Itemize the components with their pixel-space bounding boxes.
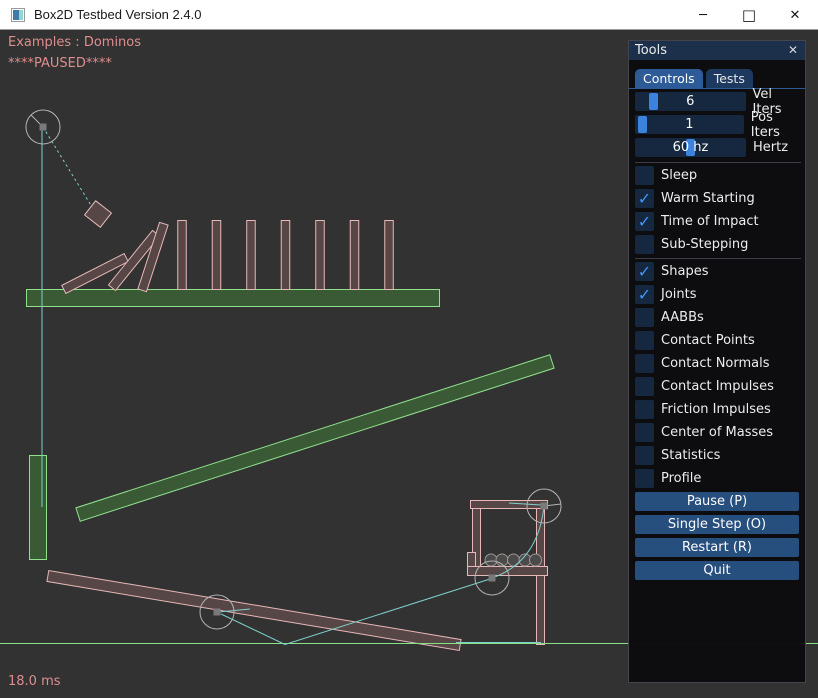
checkbox-row-sleep: Sleep — [635, 166, 759, 185]
checkbox-row-statistics: Statistics — [635, 446, 774, 465]
tools-panel-titlebar[interactable]: Tools ✕ — [629, 41, 805, 60]
checkbox-row-aabbs: AABBs — [635, 308, 774, 327]
checkbox-joints[interactable]: ✓ — [635, 285, 654, 304]
checkbox-label: Joints — [661, 287, 697, 302]
slider-value: 6 — [635, 92, 746, 111]
slider-row-pos-iters: 1Pos Iters — [635, 115, 805, 134]
checkbox-profile[interactable] — [635, 469, 654, 488]
checkbox-row-center-of-masses: Center of Masses — [635, 423, 774, 442]
checkbox-center-of-masses[interactable] — [635, 423, 654, 442]
checkbox-row-contact-points: Contact Points — [635, 331, 774, 350]
checkbox-group-draw: ✓ Shapes ✓ Joints AABBs Contact Points Contact… — [635, 262, 774, 488]
restart-r-button[interactable]: Restart (R) — [635, 538, 799, 557]
tab-bar: ControlsTests — [635, 69, 753, 88]
slider-label: Pos Iters — [751, 110, 805, 140]
frame-time-label: 18.0 ms — [8, 674, 61, 689]
platform — [27, 290, 440, 307]
pendulum-anchor-circle — [26, 110, 60, 144]
slider-row-hertz: 60 hz Hertz — [635, 138, 805, 157]
checkbox-row-sub-stepping: Sub-Stepping — [635, 235, 759, 254]
single-step-o-button[interactable]: Single Step (O) — [635, 515, 799, 534]
standing-dominos — [178, 221, 394, 290]
pause-p-button[interactable]: Pause (P) — [635, 492, 799, 511]
checkbox-label: Contact Impulses — [661, 379, 774, 394]
minimize-icon[interactable]: ─ — [680, 0, 726, 30]
checkbox-sleep[interactable] — [635, 166, 654, 185]
checkbox-sub-stepping[interactable] — [635, 235, 654, 254]
checkbox-label: Friction Impulses — [661, 402, 771, 417]
checkmark-icon: ✓ — [635, 212, 654, 231]
checkbox-row-shapes: ✓ Shapes — [635, 262, 774, 281]
separator — [635, 258, 801, 259]
checkbox-row-time-of-impact: ✓ Time of Impact — [635, 212, 759, 231]
vertical-plank — [30, 456, 47, 560]
slider-label: Hertz — [753, 140, 788, 155]
slider-vel-iters[interactable]: 6 — [635, 92, 746, 111]
checkbox-contact-impulses[interactable] — [635, 377, 654, 396]
checkbox-label: Center of Masses — [661, 425, 773, 440]
separator — [635, 162, 801, 163]
checkbox-contact-normals[interactable] — [635, 354, 654, 373]
checkbox-group-solver: Sleep ✓ Warm Starting ✓ Time of Impact Sub-St… — [635, 166, 759, 254]
checkbox-warm-starting[interactable]: ✓ — [635, 189, 654, 208]
checkbox-aabbs[interactable] — [635, 308, 654, 327]
checkbox-label: Statistics — [661, 448, 720, 463]
quit-button[interactable]: Quit — [635, 561, 799, 580]
checkbox-label: Warm Starting — [661, 191, 755, 206]
cart-frame — [468, 501, 548, 645]
tab-controls[interactable]: Controls — [635, 69, 703, 88]
maximize-icon[interactable]: □ — [726, 0, 772, 30]
tab-tests[interactable]: Tests — [706, 69, 753, 88]
tools-panel: Tools ✕ ControlsTests 6Vel Iters1Pos Ite… — [628, 40, 806, 683]
checkbox-label: Sleep — [661, 168, 697, 183]
checkbox-label: AABBs — [661, 310, 704, 325]
checkbox-row-profile: Profile — [635, 469, 774, 488]
checkbox-statistics[interactable] — [635, 446, 654, 465]
example-label: Examples : Dominos — [8, 35, 141, 50]
slider-hertz[interactable]: 60 hz — [635, 138, 746, 157]
slider-value: 1 — [635, 115, 744, 134]
slider-pos-iters[interactable]: 1 — [635, 115, 744, 134]
checkbox-contact-points[interactable] — [635, 331, 654, 350]
panel-buttons: Pause (P) Single Step (O) Restart (R) Quit — [635, 492, 799, 580]
checkbox-row-contact-normals: Contact Normals — [635, 354, 774, 373]
checkbox-label: Time of Impact — [661, 214, 759, 229]
slider-row-vel-iters: 6Vel Iters — [635, 92, 805, 111]
cradle-balls — [485, 554, 542, 566]
checkbox-label: Contact Normals — [661, 356, 770, 371]
checkbox-row-friction-impulses: Friction Impulses — [635, 400, 774, 419]
app-icon — [11, 8, 25, 22]
slider-group: 6Vel Iters1Pos Iters60 hzHertz — [635, 92, 805, 157]
panel-close-icon[interactable]: ✕ — [785, 42, 801, 58]
checkbox-row-joints: ✓ Joints — [635, 285, 774, 304]
checkbox-label: Sub-Stepping — [661, 237, 748, 252]
checkmark-icon: ✓ — [635, 262, 654, 281]
checkbox-friction-impulses[interactable] — [635, 400, 654, 419]
ramp-plank — [76, 355, 554, 521]
app-window: Box2D Testbed Version 2.4.0 ─ □ ✕ — [0, 0, 818, 698]
checkbox-row-contact-impulses: Contact Impulses — [635, 377, 774, 396]
seesaw-plank — [47, 571, 461, 651]
window-title: Box2D Testbed Version 2.4.0 — [34, 7, 201, 22]
checkmark-icon: ✓ — [635, 189, 654, 208]
pendulum-bob — [85, 201, 112, 227]
checkmark-icon: ✓ — [635, 285, 654, 304]
checkbox-time-of-impact[interactable]: ✓ — [635, 212, 654, 231]
slider-value: 60 hz — [635, 138, 746, 157]
window-titlebar: Box2D Testbed Version 2.4.0 ─ □ ✕ — [0, 0, 818, 30]
fallen-dominos — [62, 222, 168, 293]
checkbox-row-warm-starting: ✓ Warm Starting — [635, 189, 759, 208]
checkbox-label: Profile — [661, 471, 701, 486]
paused-label: ****PAUSED**** — [8, 56, 112, 71]
simulation-canvas: Examples : Dominos ****PAUSED**** 18.0 m… — [0, 30, 818, 698]
close-icon[interactable]: ✕ — [772, 0, 818, 30]
window-controls: ─ □ ✕ — [680, 0, 818, 30]
checkbox-label: Shapes — [661, 264, 708, 279]
checkbox-label: Contact Points — [661, 333, 755, 348]
tools-panel-title: Tools — [635, 43, 667, 58]
checkbox-shapes[interactable]: ✓ — [635, 262, 654, 281]
